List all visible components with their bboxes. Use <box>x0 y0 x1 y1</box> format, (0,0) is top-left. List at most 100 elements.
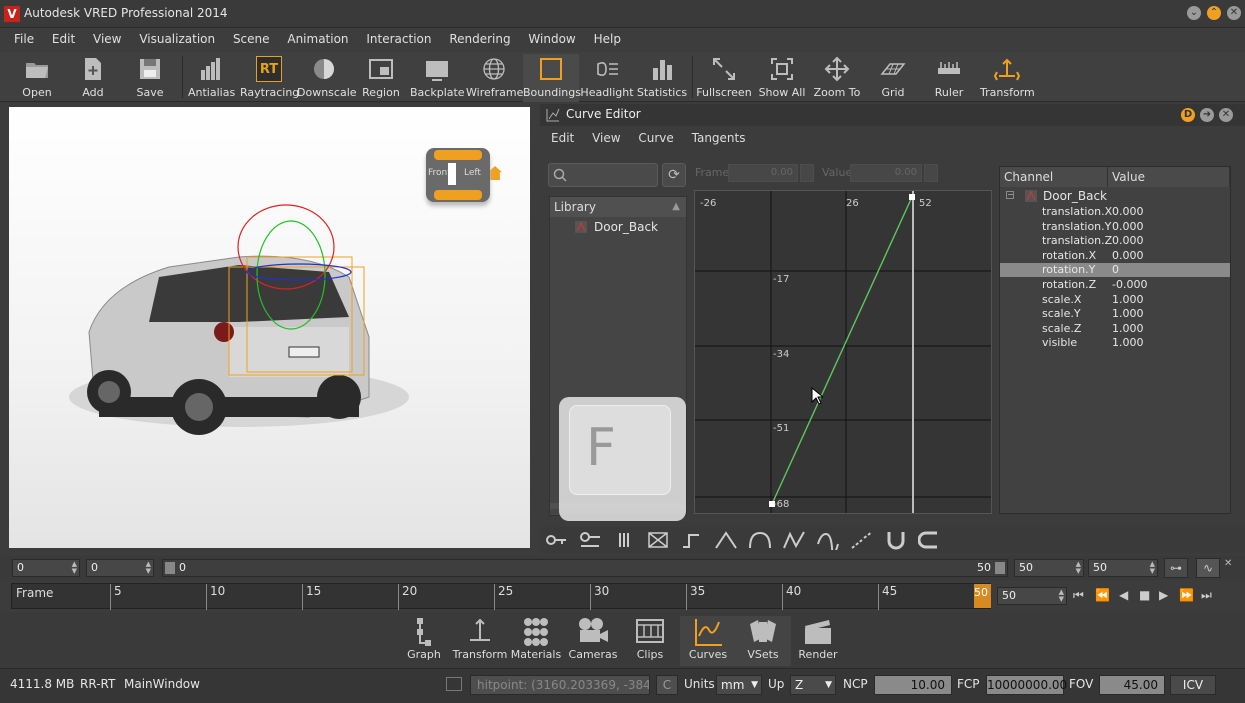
delete-key-icon[interactable] <box>612 530 636 550</box>
headlight-button[interactable]: Headlight <box>580 54 634 102</box>
menu-scene[interactable]: Scene <box>226 28 277 50</box>
close-timeline-icon[interactable]: ✕ <box>1224 558 1236 570</box>
set-key-icon[interactable]: ⊶ <box>1164 558 1188 578</box>
menu-visualization[interactable]: Visualization <box>132 28 222 50</box>
channel-row[interactable]: translation.Z 0.000 <box>1000 234 1230 248</box>
icv-button[interactable]: ICV <box>1170 675 1216 695</box>
flat-tangent-icon[interactable] <box>748 530 772 550</box>
frame-spin[interactable] <box>800 164 814 182</box>
dock-clips[interactable]: Clips <box>622 616 678 666</box>
units-select[interactable]: mm ▼ <box>716 675 762 695</box>
channel-row[interactable]: visible 1.000 <box>1000 336 1230 350</box>
undock-panel-icon[interactable]: ➜ <box>1200 108 1214 122</box>
start-time-spinner[interactable]: 0 ▲ ▼ <box>86 559 154 577</box>
rotation-curve[interactable] <box>771 196 913 505</box>
curve-graph[interactable]: -26 26 52 -17 -34 -51 -68 <box>694 190 992 514</box>
ce-menu-edit[interactable]: Edit <box>544 128 581 148</box>
menu-view[interactable]: View <box>86 28 128 50</box>
channel-row[interactable]: translation.X 0.000 <box>1000 205 1230 219</box>
up-axis-select[interactable]: Z ▼ <box>790 675 836 695</box>
channel-row[interactable]: scale.Y 1.000 <box>1000 307 1230 321</box>
slider-start-handle[interactable] <box>165 562 175 574</box>
value-field[interactable]: 0.00 <box>850 164 922 182</box>
dock-panel-icon[interactable]: D <box>1181 108 1195 122</box>
frame-field[interactable]: 0.00 <box>728 164 798 182</box>
spline-tangent-icon[interactable] <box>816 530 840 550</box>
snap-icon[interactable] <box>918 530 942 550</box>
previous-frame-icon[interactable]: ⏪ <box>1095 588 1110 602</box>
slider-end-handle[interactable] <box>995 562 1005 574</box>
library-search-input[interactable] <box>548 163 658 187</box>
next-frame-icon[interactable]: ⏩ <box>1179 588 1194 602</box>
end-time-spinner[interactable]: 50 ▲ ▼ <box>1088 559 1158 577</box>
c-button[interactable]: C <box>656 675 678 695</box>
navigation-cube[interactable]: Front Left <box>426 148 502 202</box>
magnet-icon[interactable] <box>884 530 908 550</box>
statistics-button[interactable]: Statistics <box>636 54 688 102</box>
grid-button[interactable]: Grid <box>868 54 918 102</box>
menu-rendering[interactable]: Rendering <box>442 28 517 50</box>
menu-help[interactable]: Help <box>587 28 628 50</box>
menu-edit[interactable]: Edit <box>45 28 82 50</box>
smooth-tangent-icon[interactable] <box>782 530 806 550</box>
channel-row[interactable]: rotation.Z -0.000 <box>1000 278 1230 292</box>
dock-transform[interactable]: Transform <box>452 616 508 666</box>
key-all-icon[interactable] <box>578 530 602 550</box>
menu-interaction[interactable]: Interaction <box>359 28 438 50</box>
current-frame-spinner[interactable]: 50 ▲ ▼ <box>997 587 1067 605</box>
ce-menu-view[interactable]: View <box>585 128 627 148</box>
value-spin[interactable] <box>924 164 938 182</box>
sort-arrow-icon[interactable]: ▲ <box>672 201 680 212</box>
ruler-button[interactable]: Ruler <box>924 54 974 102</box>
downscale-button[interactable]: Downscale <box>297 54 357 102</box>
antialias-button[interactable]: Antialias <box>188 54 235 102</box>
show-all-button[interactable]: Show All <box>756 54 808 102</box>
dock-render[interactable]: Render <box>790 616 846 666</box>
transform-button[interactable]: Transform <box>980 54 1035 102</box>
stop-icon[interactable]: ■ <box>1139 588 1150 602</box>
frame-range-slider[interactable]: 0 50 <box>162 559 1008 577</box>
channel-row[interactable]: scale.Z 1.000 <box>1000 322 1230 336</box>
wireframe-button[interactable]: Wireframe <box>466 54 523 102</box>
raytracing-button[interactable]: RT Raytracing <box>240 54 299 102</box>
menu-animation[interactable]: Animation <box>280 28 355 50</box>
dock-vsets[interactable]: VSets <box>735 616 791 666</box>
fullscreen-button[interactable]: Fullscreen <box>696 54 752 102</box>
keyframe-end[interactable] <box>909 194 915 200</box>
zoom-to-button[interactable]: Zoom To <box>810 54 864 102</box>
step-tangent-icon[interactable] <box>680 530 704 550</box>
menu-file[interactable]: File <box>7 28 41 50</box>
go-to-end-icon[interactable]: ⏭ <box>1201 588 1212 603</box>
channel-row[interactable]: translation.Y 0.000 <box>1000 220 1230 234</box>
value-header[interactable]: Value <box>1108 167 1230 187</box>
backplate-button[interactable]: Backplate <box>410 54 465 102</box>
go-to-start-icon[interactable]: ⏮ <box>1073 588 1084 603</box>
start-frame-spinner[interactable]: 0 ▲ ▼ <box>12 559 80 577</box>
ce-menu-tangents[interactable]: Tangents <box>685 128 753 148</box>
channel-header[interactable]: Channel <box>1000 167 1108 187</box>
close-panel-icon[interactable]: ✕ <box>1219 108 1233 122</box>
play-backward-icon[interactable]: ◀ <box>1119 588 1128 602</box>
channel-row[interactable]: rotation.X 0.000 <box>1000 249 1230 263</box>
channel-root-row[interactable]: − Door_Back <box>1000 189 1230 203</box>
region-button[interactable]: Region <box>358 54 404 102</box>
channel-row[interactable]: rotation.Y 0 <box>1000 263 1230 278</box>
linear-tangent-icon[interactable] <box>714 530 738 550</box>
maximize-button[interactable]: ⌃ <box>1207 6 1221 20</box>
fov-field[interactable]: 45.00 <box>1099 675 1165 695</box>
menu-window[interactable]: Window <box>521 28 582 50</box>
save-button[interactable]: Save <box>128 54 172 102</box>
boundings-button[interactable]: Boundings <box>523 54 581 102</box>
end-frame-spinner[interactable]: 50 ▲ ▼ <box>1014 559 1084 577</box>
close-button[interactable]: ✕ <box>1227 6 1241 20</box>
play-forward-icon[interactable]: ▶ <box>1159 588 1168 602</box>
frame-timeline[interactable]: Frame 5 10 15 20 25 30 35 40 45 50 <box>11 583 991 610</box>
curve-view-toggle-icon[interactable]: ∿ <box>1196 558 1220 578</box>
break-tangent-icon[interactable] <box>850 530 874 550</box>
key-icon[interactable] <box>544 530 568 550</box>
dock-cameras[interactable]: Cameras <box>565 616 621 666</box>
collapse-icon[interactable]: − <box>1006 191 1014 199</box>
fcp-field[interactable]: 10000000.00 <box>986 675 1067 695</box>
channel-row[interactable]: scale.X 1.000 <box>1000 293 1230 307</box>
playhead[interactable]: 50 <box>974 584 991 608</box>
